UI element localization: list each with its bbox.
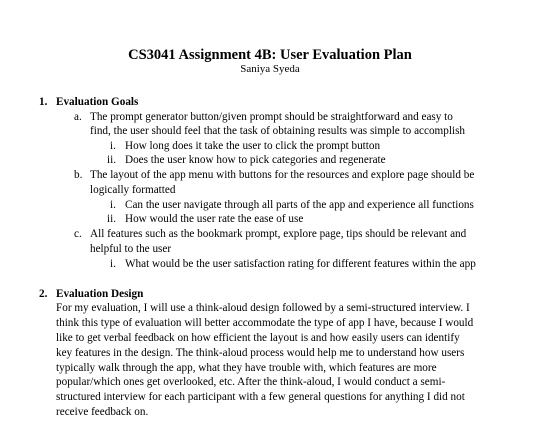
- sub-goal-text: Can the user navigate through all parts …: [125, 199, 474, 211]
- sub-goal-text: How long does it take the user to click …: [125, 140, 381, 152]
- paragraph-line: think this type of evaluation will bette…: [56, 317, 474, 329]
- goal-text: All features such as the bookmark prompt…: [90, 228, 467, 240]
- sub-goal-text: Does the user know how to pick categorie…: [125, 154, 386, 166]
- section-heading: Evaluation Goals: [56, 96, 139, 108]
- sub-list-marker: i.: [110, 199, 116, 211]
- document-author: Saniya Syeda: [240, 63, 300, 75]
- sub-list-marker: i.: [110, 140, 116, 152]
- list-marker: c.: [74, 228, 82, 240]
- paragraph-line: typically walk through the app, what the…: [56, 362, 437, 374]
- sub-list-marker: i.: [110, 258, 116, 270]
- list-marker: a.: [74, 111, 82, 123]
- goal-text: logically formatted: [90, 184, 176, 196]
- section-number: 2.: [39, 288, 48, 300]
- sub-list-marker: ii.: [107, 213, 117, 225]
- document-title: CS3041 Assignment 4B: User Evaluation Pl…: [128, 47, 412, 63]
- section-heading: Evaluation Design: [56, 288, 144, 300]
- sub-goal-text: How would the user rate the ease of use: [125, 213, 304, 225]
- paragraph-line: popular/which ones get overlooked, etc. …: [56, 376, 446, 388]
- section-number: 1.: [39, 96, 48, 108]
- goal-text: The prompt generator button/given prompt…: [90, 111, 453, 123]
- sub-list-marker: ii.: [107, 154, 117, 166]
- paragraph-line: For my evaluation, I will use a think-al…: [56, 302, 470, 314]
- paragraph-line: key features in the design. The think-al…: [56, 347, 465, 359]
- paragraph-line: like to get verbal feedback on how effic…: [56, 332, 460, 344]
- paragraph-line: structured interview for each participan…: [56, 391, 465, 403]
- paragraph-line: receive feedback on.: [56, 406, 149, 418]
- list-marker: b.: [74, 169, 83, 181]
- sub-goal-text: What would be the user satisfaction rati…: [125, 258, 476, 270]
- goal-text: helpful to the user: [90, 243, 172, 255]
- goal-text: find, the user should feel that the task…: [90, 125, 466, 137]
- goal-text: The layout of the app menu with buttons …: [90, 169, 475, 181]
- document-page: CS3041 Assignment 4B: User Evaluation Pl…: [0, 0, 540, 433]
